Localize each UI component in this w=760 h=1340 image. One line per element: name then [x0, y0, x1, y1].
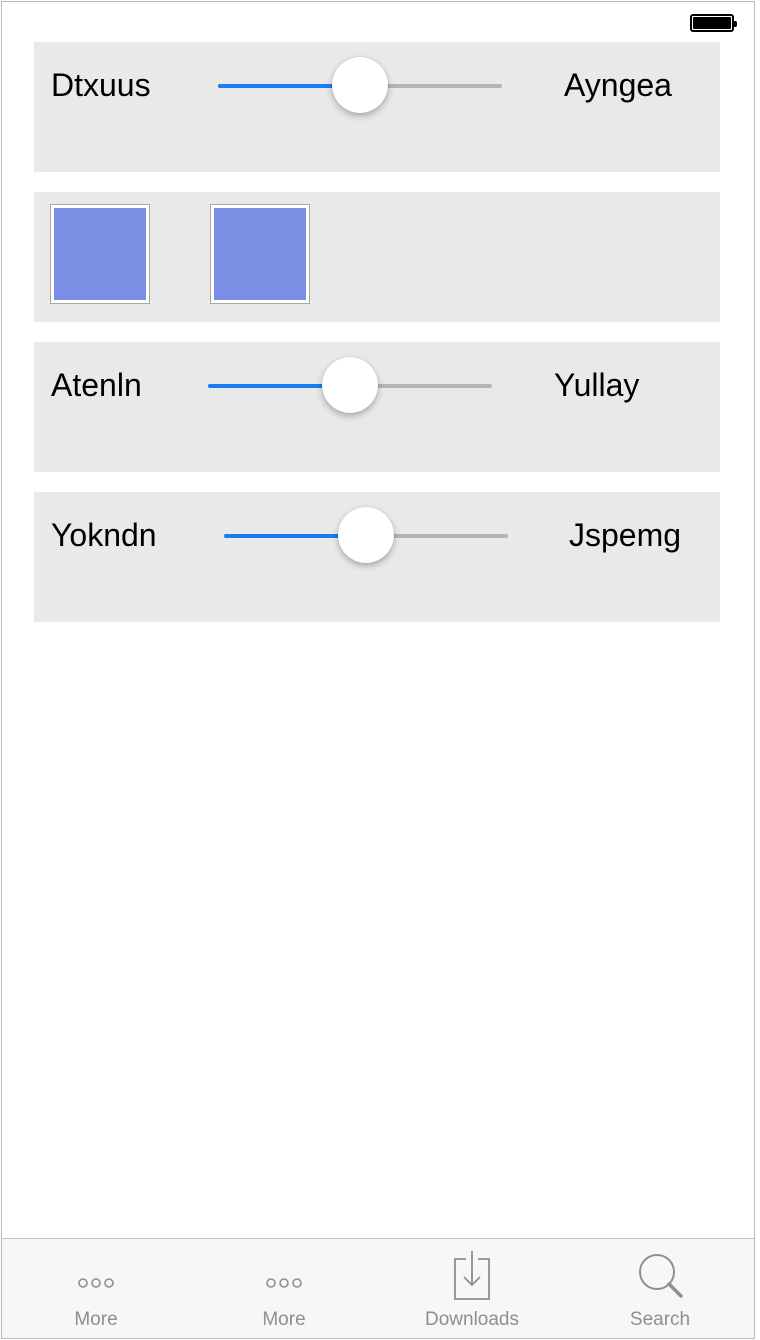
slider-max-label: Ayngea	[564, 67, 672, 103]
slider-row-yokndn: Yokndn Jspemg	[34, 492, 720, 622]
slider-min-label: Yokndn	[51, 517, 157, 553]
tab-search[interactable]: Search	[566, 1239, 754, 1338]
color-swatch-fill	[54, 208, 146, 300]
battery-full-icon	[690, 14, 737, 32]
slider-thumb[interactable]	[338, 507, 394, 563]
color-swatch[interactable]	[210, 204, 310, 304]
tab-more[interactable]: More	[2, 1239, 190, 1338]
slider-track[interactable]	[218, 57, 502, 113]
tab-label: More	[262, 1309, 306, 1330]
more-icon	[266, 1278, 302, 1288]
tab-downloads[interactable]: Downloads	[378, 1239, 566, 1338]
color-swatch[interactable]	[50, 204, 150, 304]
tab-label: More	[74, 1309, 118, 1330]
color-swatch-row	[34, 192, 720, 322]
slider-min-label: Dtxuus	[51, 67, 151, 103]
more-icon	[78, 1278, 114, 1288]
color-swatch-fill	[214, 208, 306, 300]
tab-bar: More More Downloads Search	[2, 1238, 754, 1338]
slider-track[interactable]	[208, 357, 492, 413]
tab-label: Downloads	[425, 1309, 519, 1330]
slider-track[interactable]	[224, 507, 508, 563]
slider-min-label: Atenln	[51, 367, 142, 403]
slider-row-dtxuus: Dtxuus Ayngea	[34, 42, 720, 172]
app-screen: Dtxuus Ayngea Atenln Yullay Yokndn Jspem…	[1, 1, 755, 1339]
slider-row-atenln: Atenln Yullay	[34, 342, 720, 472]
slider-max-label: Jspemg	[569, 517, 682, 553]
slider-thumb[interactable]	[332, 57, 388, 113]
slider-thumb[interactable]	[322, 357, 378, 413]
slider-max-label: Yullay	[554, 367, 640, 403]
search-icon	[639, 1254, 683, 1298]
tab-more[interactable]: More	[190, 1239, 378, 1338]
tab-label: Search	[629, 1309, 691, 1330]
downloads-icon	[454, 1251, 490, 1300]
